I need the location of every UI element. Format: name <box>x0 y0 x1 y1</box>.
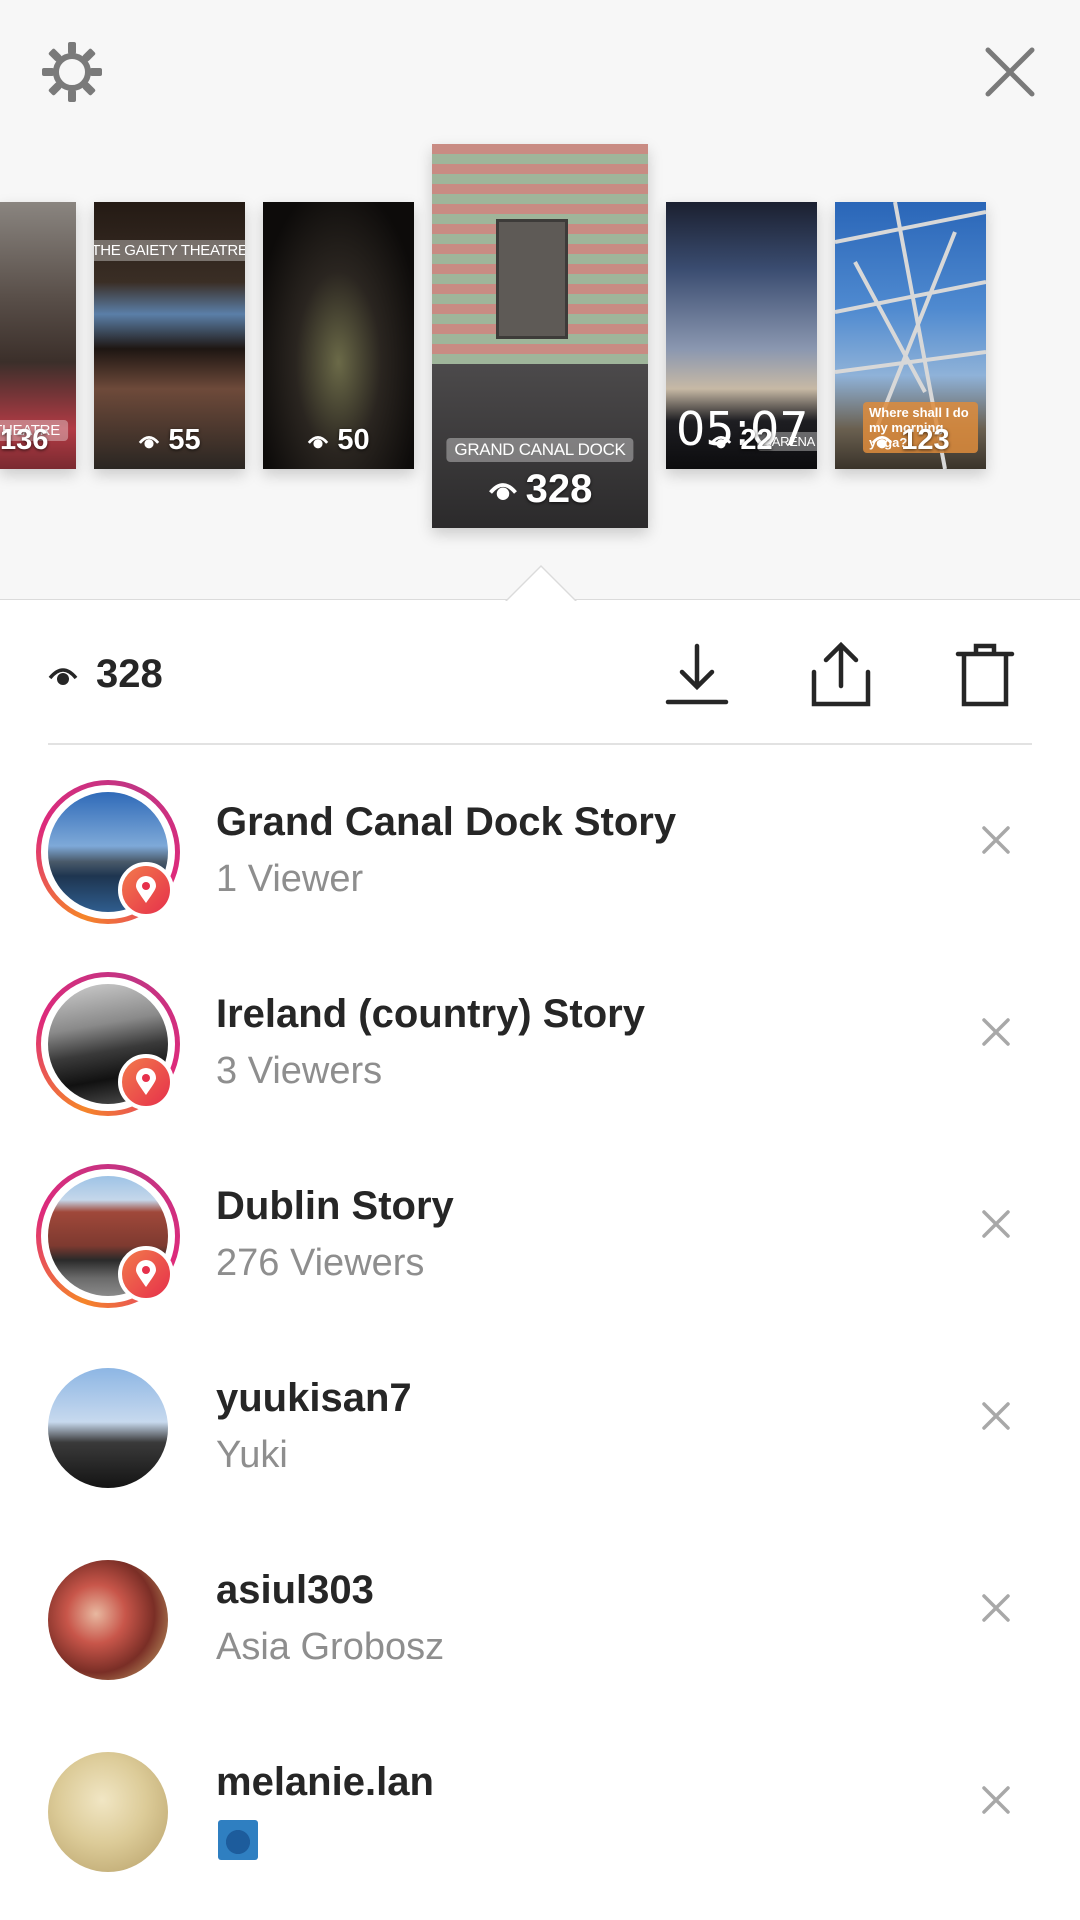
avatar[interactable] <box>36 1740 180 1884</box>
viewer-subtitle: 1 Viewer <box>216 858 364 900</box>
viewer-title: Grand Canal Dock Story <box>216 800 677 844</box>
avatar-image <box>48 1560 168 1680</box>
viewer-subtitle: 3 Viewers <box>216 1050 383 1092</box>
avatar-image <box>48 1752 168 1872</box>
viewer-title: Ireland (country) Story <box>216 992 645 1036</box>
download-icon[interactable] <box>662 640 732 710</box>
location-pin-badge <box>118 1054 174 1110</box>
gear-icon[interactable] <box>36 36 108 108</box>
eye-icon <box>872 435 893 449</box>
eye-icon <box>711 435 732 449</box>
viewer-subtitle: 276 Viewers <box>216 1242 425 1284</box>
close-icon[interactable] <box>976 820 1016 860</box>
location-tag: GRAND CANAL DOCK <box>446 438 634 462</box>
story-gallery: Y THEATRE 136 THE GAIETY THEATRE 55 50 G… <box>0 0 1080 601</box>
story-thumbnail[interactable]: Y THEATRE 136 <box>0 202 76 469</box>
location-pin-icon <box>136 876 156 903</box>
story-thumbnail-selected[interactable]: GRAND CANAL DOCK 328 <box>432 144 648 528</box>
story-thumbnail[interactable]: THE GAIETY THEATRE 55 <box>94 202 245 469</box>
avatar[interactable] <box>36 780 180 924</box>
story-image-panel <box>496 219 568 339</box>
avatar[interactable] <box>36 1356 180 1500</box>
share-icon[interactable] <box>806 640 876 710</box>
eye-icon <box>48 668 78 685</box>
list-item[interactable]: yuukisan7 Yuki <box>0 1320 1080 1512</box>
story-thumbnail[interactable]: Where shall I do my morning yoga? 123 <box>835 202 986 469</box>
story-thumbnail[interactable]: 05:07 3ARENA 22 <box>666 202 817 469</box>
viewer-username: yuukisan7 <box>216 1376 412 1420</box>
location-pin-badge <box>118 1246 174 1302</box>
eye-icon <box>488 483 517 500</box>
view-count: 328 <box>432 467 648 512</box>
view-count: 136 <box>0 424 49 456</box>
view-count: 50 <box>263 424 414 457</box>
viewer-username: asiul303 <box>216 1568 374 1612</box>
view-count-total: 328 <box>96 652 163 696</box>
view-count: 22 <box>666 424 817 457</box>
close-icon[interactable] <box>976 1204 1016 1244</box>
close-icon[interactable] <box>976 1588 1016 1628</box>
close-icon[interactable] <box>976 1396 1016 1436</box>
viewer-fullname: Yuki <box>216 1434 288 1476</box>
avatar-image <box>48 1368 168 1488</box>
story-thumbnail[interactable]: 50 <box>263 202 414 469</box>
list-item[interactable]: Grand Canal Dock Story 1 Viewer <box>0 744 1080 936</box>
trash-icon[interactable] <box>950 640 1020 710</box>
close-icon[interactable] <box>974 36 1046 108</box>
viewer-username: melanie.lan <box>216 1760 434 1804</box>
avatar[interactable] <box>36 972 180 1116</box>
selection-pointer <box>505 565 577 601</box>
location-tag: THE GAIETY THEATRE <box>94 240 245 261</box>
list-item[interactable]: Dublin Story 276 Viewers <box>0 1128 1080 1320</box>
location-pin-badge <box>118 862 174 918</box>
location-pin-icon <box>136 1068 156 1095</box>
eye-icon <box>139 435 160 449</box>
avatar[interactable] <box>36 1164 180 1308</box>
view-count: 123 <box>835 424 986 457</box>
avatar[interactable] <box>36 1548 180 1692</box>
viewer-title: Dublin Story <box>216 1184 454 1228</box>
list-item[interactable]: Ireland (country) Story 3 Viewers <box>0 936 1080 1128</box>
viewer-fullname: Asia Grobosz <box>216 1626 445 1668</box>
close-icon[interactable] <box>976 1012 1016 1052</box>
location-pin-icon <box>136 1260 156 1287</box>
close-icon[interactable] <box>976 1780 1016 1820</box>
view-count: 55 <box>94 424 245 457</box>
eye-icon <box>308 435 329 449</box>
moon-emoji-icon <box>218 1820 258 1860</box>
story-stats-bar: 328 <box>48 640 1032 730</box>
list-item[interactable]: melanie.lan <box>0 1704 1080 1896</box>
list-item[interactable]: asiul303 Asia Grobosz <box>0 1512 1080 1704</box>
